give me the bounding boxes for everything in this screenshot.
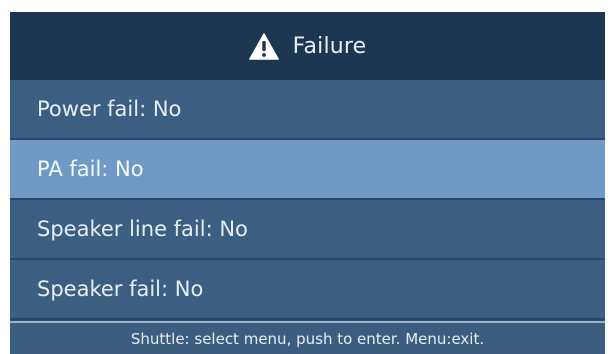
menu-item-label: PA fail: No bbox=[37, 157, 144, 181]
status-hint: Shuttle: select menu, push to enter. Men… bbox=[130, 329, 485, 348]
menu-item-speaker-fail[interactable]: Speaker fail: No bbox=[10, 260, 605, 320]
warning-icon bbox=[248, 32, 279, 60]
menu-item-label: Power fail: No bbox=[37, 97, 182, 121]
menu-item-power-fail[interactable]: Power fail: No bbox=[10, 80, 605, 140]
menu-item-label: Speaker line fail: No bbox=[37, 217, 248, 241]
menu-item-label: Speaker fail: No bbox=[37, 277, 204, 301]
failure-menu: Power fail: No PA fail: No Speaker line … bbox=[10, 80, 605, 320]
failure-screen: Failure Power fail: No PA fail: No Speak… bbox=[10, 12, 605, 354]
title-bar: Failure bbox=[10, 12, 605, 80]
menu-item-speaker-line-fail[interactable]: Speaker line fail: No bbox=[10, 200, 605, 260]
status-bar: Shuttle: select menu, push to enter. Men… bbox=[10, 321, 605, 354]
page-title: Failure bbox=[292, 33, 367, 59]
menu-item-pa-fail[interactable]: PA fail: No bbox=[10, 140, 605, 200]
